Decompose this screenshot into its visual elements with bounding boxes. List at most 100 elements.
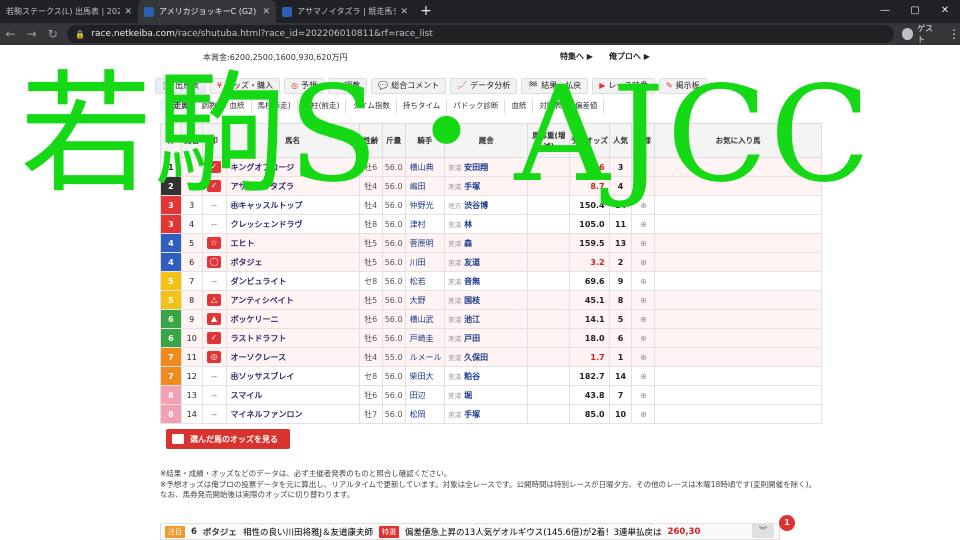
mark-cell[interactable]: -- [201, 404, 227, 424]
subtab[interactable]: 馬柱(5走) [252, 99, 298, 113]
menu-item[interactable]: 💬 総合コメント [371, 78, 447, 94]
horse-name[interactable]: キングオブコージ [225, 157, 360, 177]
trainer-name[interactable]: 粕谷 [464, 372, 480, 381]
trainer-name[interactable]: 音無 [464, 277, 480, 286]
menu-item[interactable]: ✎ 掲示板 [658, 78, 707, 94]
address-bar[interactable]: 🔒 race.netkeiba.com /race/shutuba.html?r… [67, 25, 894, 43]
add-favorite-icon[interactable]: ⊕ [631, 233, 656, 253]
mark-cell[interactable]: ✓ [201, 176, 227, 196]
horse-name[interactable]: スマイル [225, 385, 360, 405]
jockey-name[interactable]: 田辺 [404, 385, 446, 405]
news-ticker[interactable]: 注目 6 ボタジェ 相性の良い川田将雅J＆友道康夫師 特選 偏差値急上昇の13人… [160, 523, 780, 540]
horse-name[interactable]: オーソクレース [225, 347, 360, 367]
horse-name[interactable]: マイネルファンロン [225, 404, 360, 424]
add-favorite-icon[interactable]: ⊕ [631, 290, 656, 310]
trainer-name[interactable]: 林 [464, 220, 472, 229]
menu-item[interactable]: 📈 データ分析 [450, 78, 518, 94]
reload-icon[interactable]: ↻ [42, 27, 63, 41]
mark-cell[interactable]: -- [201, 195, 227, 215]
trainer-name[interactable]: 渋谷博 [464, 201, 488, 210]
profile-button[interactable]: ゲスト [901, 23, 940, 45]
feature-link[interactable]: 特集へ ▶ [560, 51, 593, 62]
mark-cell[interactable]: ✓ [201, 328, 227, 348]
browser-tab[interactable]: アサマノイタズラ | 競走馬データ - nets ✕ [276, 0, 414, 23]
trainer-name[interactable]: 安田翔 [464, 163, 488, 172]
new-tab-button[interactable]: + [414, 0, 438, 23]
add-favorite-icon[interactable]: ⊕ [631, 252, 656, 272]
jockey-name[interactable]: 柴田大 [404, 366, 446, 386]
subtab[interactable]: パドック診断 [447, 99, 506, 113]
ticker-expand-button[interactable]: ︾ [752, 523, 774, 538]
subtab[interactable]: タイム指数 [346, 99, 397, 113]
close-icon[interactable]: ✕ [124, 7, 132, 17]
horse-name[interactable]: アサマノイタズラ [225, 176, 360, 196]
trainer-name[interactable]: 国枝 [464, 296, 480, 305]
mark-cell[interactable]: ◯ [201, 252, 227, 272]
add-favorite-icon[interactable]: ⊕ [631, 347, 656, 367]
add-favorite-icon[interactable]: ⊕ [631, 366, 656, 386]
mark-cell[interactable]: -- [201, 214, 227, 234]
horse-name[interactable]: エヒト [225, 233, 360, 253]
browser-tab-active[interactable]: アメリカジョッキーC (G2) 出馬表 | 20 ✕ [138, 0, 276, 23]
jockey-name[interactable]: 横山典 [404, 157, 446, 177]
browser-tab[interactable]: 若駒ステークス(L) 出馬表 | 2022年1 ✕ [0, 0, 138, 23]
menu-item[interactable]: ▶ レース映像 [592, 78, 655, 94]
minimize-button[interactable]: — [870, 0, 900, 23]
close-icon[interactable]: ✕ [400, 7, 408, 17]
close-icon[interactable]: ✕ [262, 7, 270, 17]
add-favorite-icon[interactable]: ⊕ [631, 214, 656, 234]
kebab-menu-icon[interactable]: ⋮ [948, 27, 960, 41]
add-favorite-icon[interactable]: ⊕ [631, 385, 656, 405]
trainer-name[interactable]: 友道 [464, 258, 480, 267]
mark-cell[interactable]: ✓ [201, 157, 227, 177]
subtab[interactable]: 馬柱(前走) [298, 99, 347, 113]
subtab[interactable]: 対戦表 [533, 99, 569, 113]
forward-arrow-icon[interactable]: → [21, 27, 42, 41]
back-arrow-icon[interactable]: ← [0, 27, 21, 41]
horse-name[interactable]: アンティシペイト [225, 290, 360, 310]
jockey-name[interactable]: 川田 [404, 252, 446, 272]
menu-item[interactable]: ◎ 予想 [284, 78, 325, 94]
ore-pro-link[interactable]: 俺プロへ ▶ [609, 51, 650, 62]
subtab[interactable]: 出走馬 [160, 99, 196, 113]
trainer-name[interactable]: 久保田 [464, 353, 488, 362]
horse-name[interactable]: ㊥キャッスルトップ [225, 195, 360, 215]
horse-name[interactable]: クレッシェンドラヴ [225, 214, 360, 234]
mark-cell[interactable]: ☆ [201, 233, 227, 253]
trainer-name[interactable]: 堀 [464, 391, 472, 400]
horse-name[interactable]: ボッケリーニ [225, 309, 360, 329]
menu-item[interactable]: 📋 出馬表 [155, 78, 206, 94]
trainer-name[interactable]: 森 [464, 239, 472, 248]
maximize-button[interactable]: ▢ [900, 0, 930, 23]
add-favorite-icon[interactable]: ⊕ [631, 404, 656, 424]
horse-name[interactable]: ㊥ソッサスブレイ [225, 366, 360, 386]
jockey-name[interactable]: 松岡 [404, 404, 446, 424]
add-favorite-icon[interactable]: ⊕ [631, 195, 656, 215]
horse-name[interactable]: ラストドラフト [225, 328, 360, 348]
trainer-name[interactable]: 手塚 [464, 182, 480, 191]
add-favorite-icon[interactable]: ⊕ [631, 271, 656, 291]
jockey-name[interactable]: ルメール [404, 347, 446, 367]
trainer-name[interactable]: 戸田 [464, 334, 480, 343]
trainer-name[interactable]: 手塚 [464, 410, 480, 419]
mark-cell[interactable]: ◎ [201, 347, 227, 367]
mark-cell[interactable]: ▲ [201, 309, 227, 329]
jockey-name[interactable]: 松若 [404, 271, 446, 291]
add-favorite-icon[interactable]: ⊕ [631, 328, 656, 348]
jockey-name[interactable]: 菅原明 [404, 233, 446, 253]
horse-name[interactable]: ボタジェ [225, 252, 360, 272]
menu-item[interactable]: 🏁 結果・払戻 [521, 78, 589, 94]
jockey-name[interactable]: 戸崎圭 [404, 328, 446, 348]
jockey-name[interactable]: 大野 [404, 290, 446, 310]
subtab[interactable]: 偏差値 [569, 99, 605, 113]
mark-cell[interactable]: -- [201, 385, 227, 405]
horse-name[interactable]: ダンビュライト [225, 271, 360, 291]
jockey-name[interactable]: 横山武 [404, 309, 446, 329]
add-favorite-icon[interactable]: ⊕ [631, 309, 656, 329]
mark-cell[interactable]: -- [201, 271, 227, 291]
trainer-name[interactable]: 池江 [464, 315, 480, 324]
add-favorite-icon[interactable]: ⊕ [631, 176, 656, 196]
selected-odds-button[interactable]: 選んだ馬のオッズを見る [166, 429, 290, 449]
subtab[interactable]: 調教 [196, 99, 224, 113]
subtab[interactable]: 持ちタイム [397, 99, 448, 113]
